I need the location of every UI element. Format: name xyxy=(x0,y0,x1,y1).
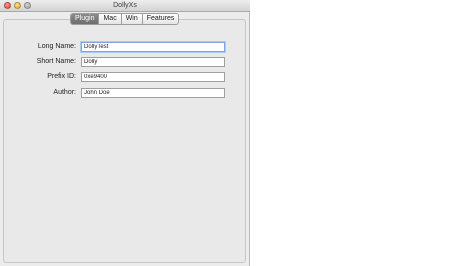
tab-bar: Plugin Mac Win Features xyxy=(70,13,180,25)
long-name-label: Long Name: xyxy=(37,43,76,50)
tab-content-panel xyxy=(3,19,246,263)
prefix-id-row: Prefix ID: xyxy=(0,72,250,82)
short-name-field[interactable] xyxy=(81,57,225,67)
long-name-field[interactable] xyxy=(81,42,225,52)
long-name-row: Long Name: xyxy=(0,42,250,52)
tab-win[interactable]: Win xyxy=(122,14,143,24)
prefix-id-label: Prefix ID: xyxy=(47,73,76,80)
title-bar[interactable]: DollyXs xyxy=(0,0,250,12)
author-row: Author: xyxy=(0,88,250,98)
prefix-id-field[interactable] xyxy=(81,72,225,82)
tab-plugin[interactable]: Plugin xyxy=(71,14,100,24)
window-title: DollyXs xyxy=(113,2,137,9)
author-field[interactable] xyxy=(81,88,225,98)
tab-mac[interactable]: Mac xyxy=(99,14,122,24)
short-name-row: Short Name: xyxy=(0,57,250,67)
app-window: DollyXs Plugin Mac Win Features Long Nam… xyxy=(0,0,250,266)
short-name-label: Short Name: xyxy=(36,58,76,65)
author-label: Author: xyxy=(53,89,76,96)
tab-features[interactable]: Features xyxy=(143,14,179,24)
